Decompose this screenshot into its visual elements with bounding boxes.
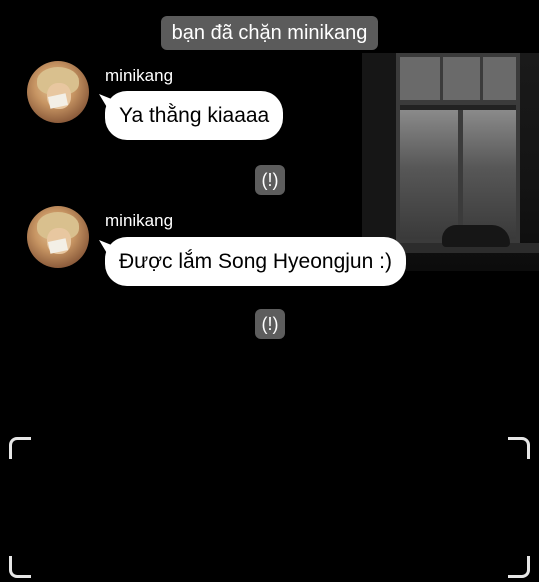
viewfinder-corner-icon [508, 556, 530, 578]
blocked-notice: bạn đã chặn minikang [161, 16, 378, 50]
viewfinder-corner-icon [508, 437, 530, 459]
message-bubble[interactable]: Ya thằng kiaaaa [105, 91, 284, 140]
warning-icon[interactable]: (!) [255, 309, 285, 339]
warning-icon[interactable]: (!) [255, 165, 285, 195]
viewfinder-corner-icon [9, 556, 31, 578]
avatar[interactable] [27, 61, 89, 123]
window-image [396, 53, 520, 243]
avatar[interactable] [27, 206, 89, 268]
sender-name: minikang [105, 66, 174, 85]
sender-name: minikang [105, 211, 174, 230]
message-bubble[interactable]: Được lắm Song Hyeongjun :) [105, 237, 406, 286]
viewfinder-corner-icon [9, 437, 31, 459]
